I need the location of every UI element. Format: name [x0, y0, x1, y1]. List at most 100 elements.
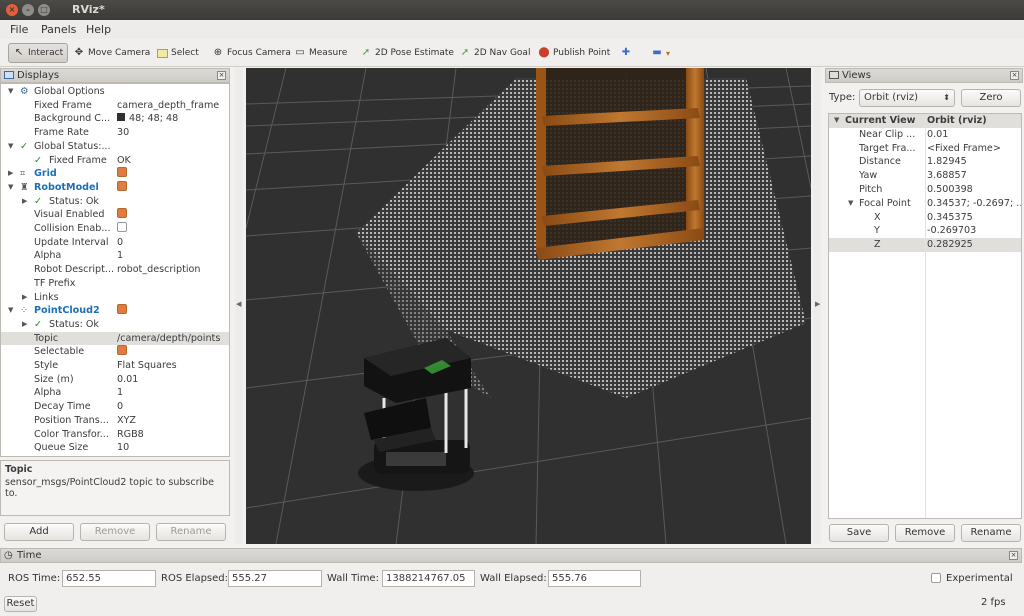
nav-goal-tool-button[interactable]: ➚ 2D Nav Goal — [459, 43, 531, 63]
view-type-select[interactable]: Orbit (rviz) ⬍ — [859, 89, 955, 107]
remove-tool-button[interactable]: ▬ ▾ — [651, 43, 670, 63]
menu-file[interactable]: File — [10, 23, 28, 36]
view-row-value[interactable]: 0.34537; -0.2697; ... — [927, 197, 1021, 211]
remove-view-button[interactable]: Remove — [895, 524, 955, 542]
view-row-value[interactable]: 0.01 — [927, 128, 1021, 142]
close-window-icon[interactable]: × — [6, 4, 18, 16]
row-value[interactable] — [117, 304, 229, 318]
right-splitter[interactable]: ▶ — [813, 68, 821, 544]
pointcloud-enabled-checkbox[interactable] — [117, 304, 127, 315]
tree-row-decay-time[interactable]: Decay Time 0 — [1, 400, 229, 414]
tree-row-global-options[interactable]: ▼ ⚙ Global Options — [1, 85, 229, 99]
tree-row-style[interactable]: Style Flat Squares — [1, 359, 229, 373]
row-value[interactable]: robot_description — [117, 263, 229, 277]
add-display-button[interactable]: Add — [4, 523, 74, 541]
tree-row-queue-size[interactable]: Queue Size 10 — [1, 441, 229, 455]
add-tool-button[interactable]: ✚ — [620, 43, 635, 63]
ros-elapsed-field[interactable]: 555.27 — [228, 570, 322, 587]
grid-enabled-checkbox[interactable] — [117, 167, 127, 178]
tree-row-pc-alpha[interactable]: Alpha 1 — [1, 386, 229, 400]
view-row-value[interactable]: 0.500398 — [927, 183, 1021, 197]
expand-arrow-icon[interactable]: ▶ — [8, 167, 13, 181]
publish-point-tool-button[interactable]: ⬤ Publish Point — [538, 43, 610, 63]
expand-arrow-icon[interactable]: ▼ — [834, 114, 839, 128]
view-row-value[interactable]: <Fixed Frame> — [927, 142, 1021, 156]
menu-panels[interactable]: Panels — [41, 23, 76, 36]
row-value[interactable]: 0 — [117, 400, 229, 414]
row-value[interactable] — [117, 345, 229, 359]
row-value[interactable]: 1 — [117, 249, 229, 263]
tree-row-pointcloud2[interactable]: ▼ ⁘ PointCloud2 — [1, 304, 229, 318]
rename-display-button[interactable]: Rename — [156, 523, 226, 541]
expand-arrow-icon[interactable]: ▼ — [8, 140, 13, 154]
close-panel-icon[interactable]: × — [1009, 551, 1018, 560]
tree-row-selectable[interactable]: Selectable — [1, 345, 229, 359]
ros-time-field[interactable]: 652.55 — [62, 570, 156, 587]
tree-row-robot-model[interactable]: ▼ ♜ RobotModel — [1, 180, 229, 195]
rename-view-button[interactable]: Rename — [961, 524, 1021, 542]
row-value[interactable]: 10 — [117, 441, 229, 455]
views-tree[interactable]: ▼ Current View Orbit (rviz) Near Clip ..… — [828, 113, 1022, 519]
select-tool-button[interactable]: Select — [157, 43, 199, 63]
tree-row-fixed-frame[interactable]: Fixed Frame camera_depth_frame — [1, 99, 229, 113]
row-value[interactable]: 1 — [117, 386, 229, 400]
row-value[interactable]: /camera/depth/points — [117, 332, 229, 346]
expand-arrow-icon[interactable]: ▶ — [22, 291, 27, 305]
wall-time-field[interactable]: 1388214767.05 — [382, 570, 475, 587]
tree-row-size[interactable]: Size (m) 0.01 — [1, 373, 229, 387]
zero-view-button[interactable]: Zero — [961, 89, 1021, 107]
tree-row-update-interval[interactable]: Update Interval 0 — [1, 236, 229, 250]
left-splitter[interactable]: ◀ — [235, 68, 243, 544]
expand-arrow-icon[interactable]: ▶ — [22, 318, 27, 332]
view-row-value[interactable]: -0.269703 — [927, 224, 1021, 238]
row-value[interactable] — [117, 208, 229, 222]
row-value[interactable]: RGB8 — [117, 428, 229, 442]
view-row-value[interactable]: 0.345375 — [927, 211, 1021, 225]
close-panel-icon[interactable]: × — [217, 71, 226, 80]
menu-help[interactable]: Help — [86, 23, 111, 36]
tree-row-links[interactable]: ▶ Links — [1, 291, 229, 305]
row-value[interactable]: Flat Squares — [117, 359, 229, 373]
displays-tree[interactable]: ▼ ⚙ Global Options Fixed Frame camera_de… — [0, 83, 230, 457]
tree-row-topic[interactable]: Topic /camera/depth/points — [1, 331, 229, 346]
row-value[interactable] — [117, 222, 229, 236]
maximize-window-icon[interactable]: □ — [38, 4, 50, 16]
tree-row-grid[interactable]: ▶ ⌗ Grid — [1, 167, 229, 181]
tree-row-global-status[interactable]: ▼ ✓ Global Status:... — [1, 140, 229, 154]
experimental-checkbox[interactable] — [931, 573, 941, 583]
collision-enabled-checkbox[interactable] — [117, 222, 127, 232]
reset-button[interactable]: Reset — [4, 596, 37, 612]
tree-row-tf-prefix[interactable]: TF Prefix — [1, 277, 229, 291]
tree-row-robot-description[interactable]: Robot Descript... robot_description — [1, 263, 229, 277]
expand-arrow-icon[interactable]: ▼ — [8, 181, 13, 195]
expand-arrow-icon[interactable]: ▼ — [8, 85, 13, 99]
visual-enabled-checkbox[interactable] — [117, 208, 127, 219]
row-value[interactable]: 30 — [117, 126, 229, 140]
tree-row-background-color[interactable]: Background C... 48; 48; 48 — [1, 112, 229, 126]
view-row-value[interactable]: 3.68857 — [927, 169, 1021, 183]
view-row-value[interactable]: 1.82945 — [927, 155, 1021, 169]
close-panel-icon[interactable]: × — [1010, 71, 1019, 80]
selectable-checkbox[interactable] — [117, 345, 127, 356]
expand-arrow-icon[interactable]: ▶ — [22, 195, 27, 209]
row-value[interactable] — [117, 180, 229, 195]
tree-row-fixed-frame-status[interactable]: ✓ Fixed Frame OK — [1, 154, 229, 168]
tree-row-position-transformer[interactable]: Position Trans... XYZ — [1, 414, 229, 428]
tree-row-visual-enabled[interactable]: Visual Enabled — [1, 208, 229, 222]
minimize-window-icon[interactable]: – — [22, 4, 34, 16]
row-value[interactable]: camera_depth_frame — [117, 99, 229, 113]
tree-row-collision-enabled[interactable]: Collision Enab... — [1, 222, 229, 236]
pose-estimate-tool-button[interactable]: ➚ 2D Pose Estimate — [360, 43, 454, 63]
tree-row-color-transformer[interactable]: Color Transfor... RGB8 — [1, 428, 229, 442]
measure-tool-button[interactable]: ▭ Measure — [294, 43, 347, 63]
move-camera-tool-button[interactable]: ✥ Move Camera — [73, 43, 151, 63]
expand-arrow-icon[interactable]: ▼ — [848, 197, 853, 211]
save-view-button[interactable]: Save — [829, 524, 889, 542]
expand-arrow-icon[interactable]: ▼ — [8, 304, 13, 318]
row-value[interactable]: XYZ — [117, 414, 229, 428]
tree-row-robot-status[interactable]: ▶ ✓ Status: Ok — [1, 195, 229, 209]
collapse-left-icon[interactable]: ◀ — [236, 300, 241, 308]
tree-row-alpha[interactable]: Alpha 1 — [1, 249, 229, 263]
tree-row-frame-rate[interactable]: Frame Rate 30 — [1, 126, 229, 140]
wall-elapsed-field[interactable]: 555.76 — [548, 570, 641, 587]
